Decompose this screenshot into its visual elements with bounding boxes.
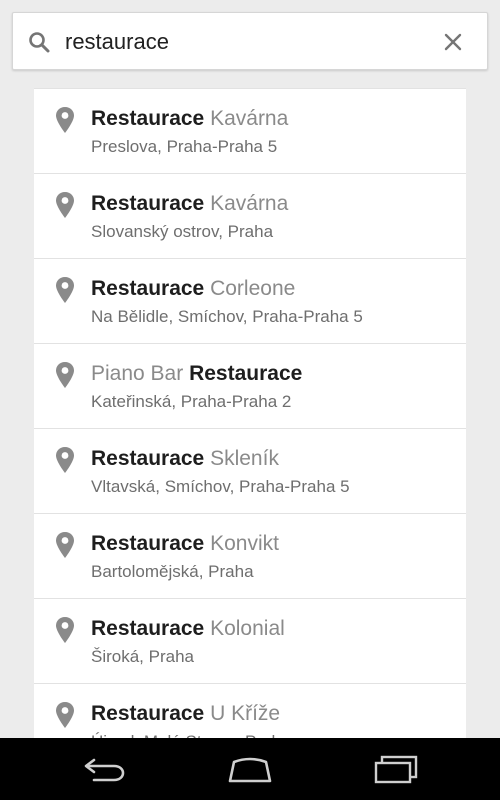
map-pin-icon — [56, 192, 74, 218]
map-pin-icon — [56, 702, 74, 728]
result-title-rest: Kavárna — [210, 107, 289, 130]
result-title-match: Restaurace — [91, 617, 205, 640]
result-address: Široká, Praha — [91, 647, 194, 666]
home-icon[interactable] — [226, 754, 274, 784]
result-address: Slovanský ostrov, Praha — [91, 222, 274, 241]
map-pin-icon — [56, 277, 74, 303]
result-title-match: Restaurace — [91, 192, 205, 215]
result-address: Na Bělidle, Smíchov, Praha-Praha 5 — [91, 307, 363, 326]
search-icon[interactable] — [27, 30, 51, 54]
result-title: Restaurace Corleone — [91, 276, 295, 302]
result-address: Preslova, Praha-Praha 5 — [91, 137, 278, 156]
result-title-rest: Skleník — [210, 447, 279, 470]
map-pin-icon — [56, 362, 74, 388]
close-icon[interactable] — [443, 32, 463, 52]
result-title: Restaurace Kavárna — [91, 191, 288, 217]
result-title: Restaurace Konvikt — [91, 531, 279, 557]
result-title-rest: Kavárna — [210, 192, 289, 215]
navigation-bar — [0, 738, 500, 800]
list-item[interactable]: Restaurace Kavárna Preslova, Praha-Praha … — [34, 89, 466, 174]
list-item[interactable]: Restaurace Kolonial Široká, Praha — [34, 599, 466, 684]
map-pin-icon — [56, 617, 74, 643]
result-title-match: Restaurace — [91, 702, 205, 725]
result-address: Bartolomějská, Praha — [91, 562, 254, 581]
back-icon[interactable] — [80, 754, 128, 784]
result-title: Piano Bar Restaurace — [91, 361, 302, 387]
recents-icon[interactable] — [372, 754, 420, 784]
result-address: Vltavská, Smíchov, Praha-Praha 5 — [91, 477, 350, 496]
results-list: Restaurace Kavárna Preslova, Praha-Praha … — [34, 88, 466, 739]
list-item[interactable]: Restaurace U KřížeÚjezd, Malá Strana, Pr… — [34, 684, 466, 739]
list-item[interactable]: Restaurace Konvikt Bartolomějská, Praha — [34, 514, 466, 599]
result-title-rest: Piano Bar — [91, 362, 184, 385]
result-title-match: Restaurace — [189, 362, 303, 385]
list-item[interactable]: Restaurace Kavárna Slovanský ostrov, Prah… — [34, 174, 466, 259]
result-title-rest: Kolonial — [210, 617, 285, 640]
result-title-match: Restaurace — [91, 107, 205, 130]
result-title-rest: Konvikt — [210, 532, 279, 555]
result-title-match: Restaurace — [91, 532, 205, 555]
result-title: Restaurace Kavárna — [91, 106, 288, 132]
result-title: Restaurace U Kříže — [91, 701, 280, 727]
result-title-match: Restaurace — [91, 447, 205, 470]
search-bar — [12, 12, 488, 70]
list-item[interactable]: Restaurace Skleník Vltavská, Smíchov, Pra… — [34, 429, 466, 514]
list-item[interactable]: Restaurace Corleone Na Bělidle, Smíchov, … — [34, 259, 466, 344]
result-address: Kateřinská, Praha-Praha 2 — [91, 392, 292, 411]
map-pin-icon — [56, 447, 74, 473]
list-item[interactable]: Piano Bar Restaurace Kateřinská, Praha-Pr… — [34, 344, 466, 429]
map-pin-icon — [56, 107, 74, 133]
map-pin-icon — [56, 532, 74, 558]
search-input[interactable] — [65, 25, 425, 59]
result-title-rest: U Kříže — [210, 702, 281, 725]
result-title: Restaurace Kolonial — [91, 616, 285, 642]
result-title: Restaurace Skleník — [91, 446, 279, 472]
result-title-match: Restaurace — [91, 277, 205, 300]
result-title-rest: Corleone — [210, 277, 296, 300]
